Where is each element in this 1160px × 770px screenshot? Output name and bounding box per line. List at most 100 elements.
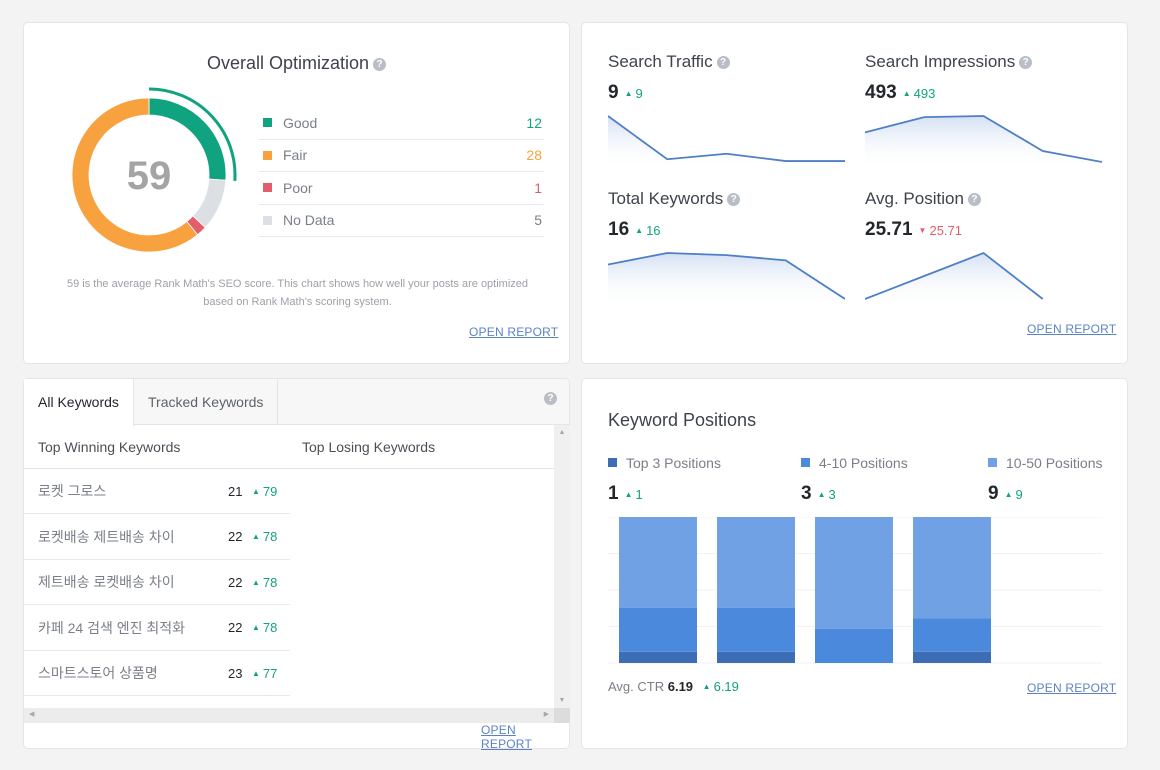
help-icon[interactable]: ?	[544, 392, 557, 405]
open-report-link[interactable]: OPEN REPORT	[481, 723, 569, 751]
arrow-up-icon: ▲	[1004, 490, 1013, 499]
legend-value: 12	[526, 114, 542, 131]
keyword-positions-card: Keyword Positions Top 3 Positions 1 ▲ 1 4-10…	[581, 378, 1128, 749]
metric-number: 25.71	[865, 219, 913, 240]
keyword-text: 카페 24 검색 엔진 최적화	[38, 619, 186, 636]
overall-optimization-card: Overall Optimization? 59 Good 12 Fair 28 Poo…	[23, 22, 570, 364]
bar-segment-4-10-positions	[815, 628, 893, 663]
open-report-link[interactable]: OPEN REPORT	[469, 325, 558, 339]
metric-title: Avg. Position?	[865, 189, 1102, 209]
keyword-row[interactable]: 스마트스토어 상품명 23 ▲ 77	[24, 651, 290, 696]
legend-label: No Data	[283, 212, 335, 229]
metric-value: 493 ▲ 493	[865, 82, 1102, 104]
score-legend: Good 12 Fair 28 Poor 1 No Data 5	[259, 107, 544, 237]
legend-label: Top 3 Positions	[626, 455, 721, 471]
bar-segment-top-3-positions	[619, 651, 697, 663]
keyword-position: 21	[228, 483, 243, 499]
metric-search-impressions: Search Impressions? 493 ▲ 493	[865, 52, 1102, 170]
scroll-down-arrow-icon[interactable]: ▼	[554, 697, 570, 704]
help-icon[interactable]: ?	[967, 193, 981, 207]
keyword-position: 22	[228, 574, 243, 590]
metric-value: 16 ▲ 16	[608, 219, 845, 241]
arrow-up-icon: ▲	[624, 89, 633, 98]
metric-change-value: 25.71	[929, 223, 963, 238]
metric-title-text: Search Impressions	[865, 52, 1016, 71]
position-change-value: 9	[1015, 487, 1023, 502]
scroll-left-arrow-icon[interactable]: ◀	[29, 710, 34, 718]
keyword-text: 제트배송 로켓배송 차이	[38, 574, 175, 590]
metric-change: ▼ 25.71	[919, 223, 962, 238]
bar-segment-top-3-positions	[717, 651, 795, 663]
bar-segment-4-10-positions	[717, 607, 795, 652]
arrow-up-icon: ▲	[252, 623, 260, 632]
scroll-right-arrow-icon[interactable]: ▶	[544, 710, 549, 718]
metric-change-value: 16	[646, 223, 661, 238]
legend-value: 1	[534, 179, 542, 196]
vertical-scrollbar[interactable]: ▲ ▼	[554, 425, 570, 708]
legend-value: 5	[534, 212, 542, 229]
keyword-positions-bar-chart	[608, 517, 1102, 664]
sparkline-chart	[865, 251, 1044, 307]
bar-segment-top-3-positions	[913, 651, 991, 663]
metric-change-value: 9	[635, 86, 643, 101]
keywords-card: All Keywords Tracked Keywords ? Top Winn…	[23, 378, 570, 751]
metric-title: Search Traffic?	[608, 52, 845, 72]
sparkline-area	[865, 253, 1043, 307]
avg-ctr: Avg. CTR 6.19 ▲ 6.19	[608, 679, 739, 694]
keyword-change-value: 78	[262, 529, 278, 544]
help-icon[interactable]: ?	[716, 56, 730, 70]
keyword-row[interactable]: 로켓배송 제트배송 차이 22 ▲ 78	[24, 515, 290, 560]
legend-swatch	[608, 458, 617, 467]
arrow-up-icon: ▲	[252, 577, 260, 587]
position-count: 1	[608, 483, 619, 504]
legend-item-fair: Fair 28	[259, 140, 544, 172]
arrow-up-icon: ▲	[817, 490, 826, 499]
bar-segment-10-50-positions	[717, 517, 795, 608]
position-value-1: 1 ▲ 1	[608, 483, 643, 505]
help-icon[interactable]: ?	[727, 193, 741, 207]
open-report-link[interactable]: OPEN REPORT	[1027, 681, 1116, 695]
legend-label: Poor	[283, 179, 313, 196]
metric-title: Search Impressions?	[865, 52, 1102, 72]
keywords-table[interactable]: Top Winning Keywords Top Losing Keywords…	[24, 425, 554, 708]
open-report-link[interactable]: OPEN REPORT	[1027, 322, 1116, 336]
metric-title-text: Avg. Position	[865, 189, 964, 208]
scroll-up-arrow-icon[interactable]: ▲	[554, 429, 570, 436]
keyword-change-value: 77	[262, 665, 278, 681]
keyword-text: 로켓배송 제트배송 차이	[38, 528, 175, 545]
arrow-up-icon: ▲	[635, 226, 644, 235]
keyword-change-value: 78	[262, 574, 278, 590]
keyword-change: ▲ 78	[252, 529, 290, 544]
score-donut-chart: 59	[72, 87, 237, 253]
position-change: ▲ 3	[818, 487, 836, 502]
metric-search-traffic: Search Traffic? 9 ▲ 9	[608, 52, 845, 170]
help-icon[interactable]: ?	[1019, 56, 1033, 70]
metric-value: 9 ▲ 9	[608, 82, 845, 104]
keyword-row[interactable]: 카페 24 검색 엔진 최적화 22 ▲ 78	[24, 606, 290, 651]
arrow-up-icon: ▲	[624, 490, 633, 499]
legend-swatch	[988, 458, 997, 467]
keyword-change: ▲ 79	[252, 484, 290, 499]
overall-optimization-title: Overall Optimization?	[24, 53, 569, 74]
legend-value: 28	[526, 147, 542, 164]
help-icon[interactable]: ?	[373, 57, 387, 71]
position-legend-3: 10-50 Positions	[988, 455, 1103, 471]
metric-change: ▲ 9	[625, 86, 643, 101]
sparkline-chart	[608, 115, 845, 170]
position-change-value: 1	[635, 487, 643, 502]
keyword-row[interactable]: 제트배송 로켓배송 차이 22 ▲ 78	[24, 560, 290, 605]
metric-value: 25.71 ▼ 25.71	[865, 219, 1102, 241]
legend-label: Fair	[283, 147, 308, 164]
legend-item-good: Good 12	[259, 107, 544, 140]
tab-all-keywords[interactable]: All Keywords	[24, 379, 134, 426]
keyword-row[interactable]: 로켓 그로스 21 ▲ 79	[24, 469, 290, 514]
metric-number: 16	[608, 219, 630, 240]
keyword-position: 22	[228, 620, 243, 635]
bar-segment-10-50-positions	[815, 517, 893, 629]
metric-title-text: Total Keywords	[608, 189, 724, 208]
horizontal-scrollbar[interactable]: ◀ ▶	[24, 708, 554, 723]
metric-total-keywords: Total Keywords? 16 ▲ 16	[608, 189, 845, 307]
tab-tracked-keywords[interactable]: Tracked Keywords	[134, 379, 279, 425]
keyword-change-value: 78	[262, 620, 278, 635]
position-value-2: 3 ▲ 3	[801, 483, 836, 505]
